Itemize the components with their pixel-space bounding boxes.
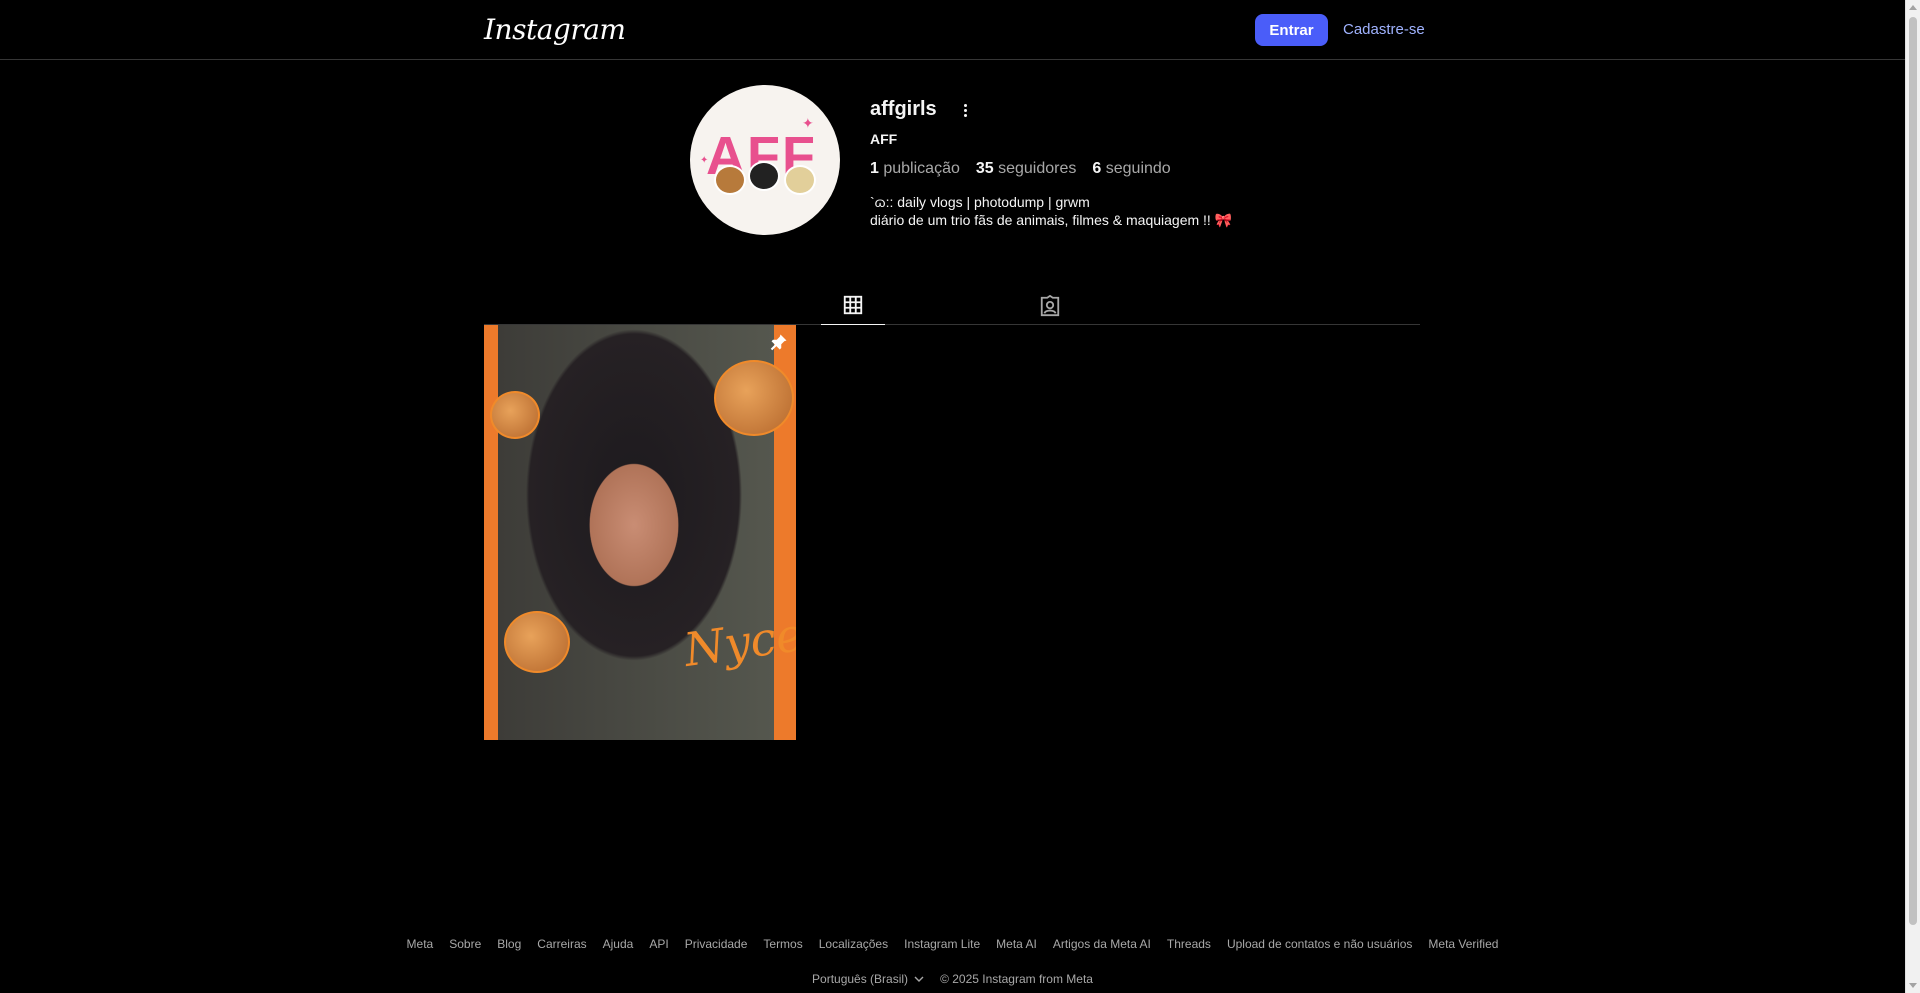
footer-link[interactable]: Ajuda — [603, 937, 634, 951]
profile-tabs — [484, 286, 1420, 325]
footer-link[interactable]: Meta — [407, 937, 434, 951]
footer-link[interactable]: Upload de contatos e não usuários — [1227, 937, 1412, 951]
footer-link[interactable]: Localizações — [819, 937, 888, 951]
footer-link[interactable]: Blog — [497, 937, 521, 951]
followers-stat[interactable]: 35 seguidores — [976, 160, 1077, 178]
chevron-down-icon — [914, 976, 924, 982]
top-navbar: Instagram Entrar Cadastre-se — [0, 0, 1905, 60]
scrollbar-thumb[interactable] — [1909, 17, 1917, 925]
profile-bio: `ɷ:: daily vlogs | photodump | grwm diár… — [870, 193, 1232, 229]
bio-line: `ɷ:: daily vlogs | photodump | grwm — [870, 194, 1090, 210]
tab-posts[interactable] — [821, 286, 885, 325]
vertical-scrollbar[interactable] — [1905, 0, 1920, 993]
grid-icon — [843, 295, 863, 315]
footer-link[interactable]: API — [649, 937, 668, 951]
bio-line: diário de um trio fãs de animais, filmes… — [870, 212, 1233, 228]
language-label: Português (Brasil) — [812, 972, 909, 986]
tab-tagged[interactable] — [1018, 286, 1082, 325]
pin-icon — [770, 334, 787, 351]
language-select[interactable]: Português (Brasil) — [812, 972, 924, 986]
followers-label: seguidores — [998, 160, 1077, 177]
scroll-down-arrow-icon[interactable] — [1909, 983, 1917, 988]
followers-count: 35 — [975, 160, 994, 177]
following-stat[interactable]: 6 seguindo — [1092, 160, 1170, 178]
cat-sticker — [490, 391, 540, 439]
cat-sticker — [714, 360, 794, 436]
footer-link[interactable]: Threads — [1167, 937, 1211, 951]
footer-links: Meta Sobre Blog Carreiras Ajuda API Priv… — [0, 937, 1905, 951]
cat-sticker — [504, 611, 570, 673]
footer-link[interactable]: Instagram Lite — [904, 937, 980, 951]
posts-stat: 1 publicação — [870, 160, 960, 178]
profile-stats: 1 publicação 35 seguidores 6 seguindo — [870, 160, 1171, 178]
profile-full-name: AFF — [870, 131, 898, 147]
cat-icon — [784, 165, 816, 195]
footer-link[interactable]: Sobre — [449, 937, 481, 951]
cat-icon — [748, 161, 780, 191]
signup-link[interactable]: Cadastre-se — [1343, 21, 1425, 38]
footer-link[interactable]: Privacidade — [685, 937, 748, 951]
instagram-logo[interactable]: Instagram — [484, 13, 626, 46]
more-options-icon[interactable] — [960, 100, 970, 120]
profile-username: affgirls — [870, 98, 937, 120]
avatar[interactable]: ✦ ✦ AFF — [690, 85, 840, 235]
scroll-up-arrow-icon[interactable] — [1909, 5, 1917, 10]
posts-label: publicação — [883, 160, 960, 177]
cat-icon — [714, 165, 746, 195]
following-count: 6 — [1092, 160, 1102, 177]
footer-link[interactable]: Meta AI — [996, 937, 1037, 951]
following-label: seguindo — [1105, 160, 1171, 177]
footer-link[interactable]: Meta Verified — [1428, 937, 1498, 951]
posts-count: 1 — [870, 160, 879, 177]
footer-link[interactable]: Termos — [763, 937, 802, 951]
post-overlay-text: Nyce — [680, 606, 796, 678]
app-root: Instagram Entrar Cadastre-se ✦ ✦ AFF aff… — [0, 0, 1920, 993]
footer-link[interactable]: Carreiras — [537, 937, 586, 951]
post-thumbnail[interactable]: Nyce — [484, 325, 796, 740]
copyright: © 2025 Instagram from Meta — [940, 972, 1093, 986]
tagged-icon — [1040, 294, 1060, 316]
login-button[interactable]: Entrar — [1255, 14, 1328, 46]
footer-bottom: Português (Brasil) © 2025 Instagram from… — [0, 972, 1905, 986]
footer-link[interactable]: Artigos da Meta AI — [1053, 937, 1151, 951]
